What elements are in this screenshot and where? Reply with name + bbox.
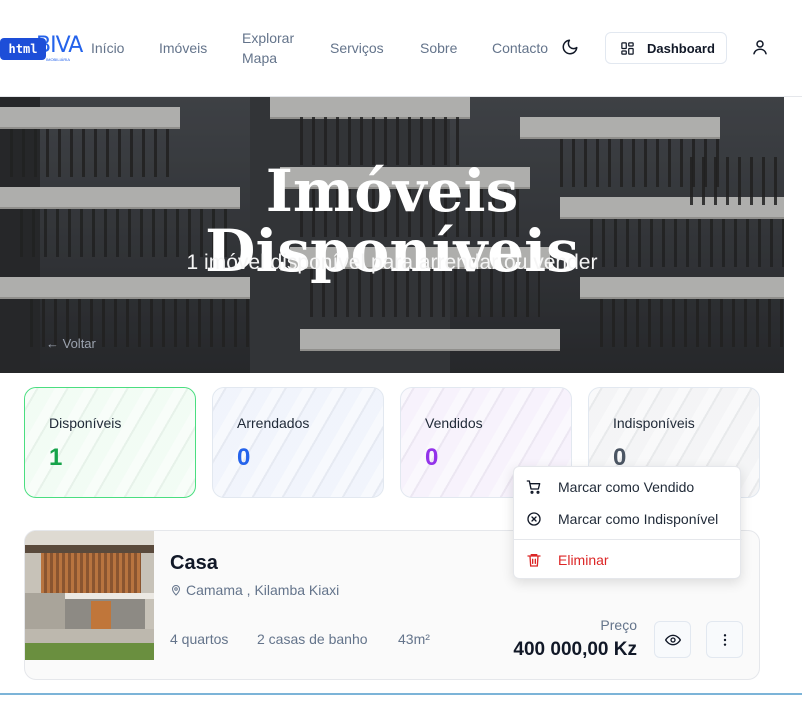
menu-item-label: Marcar como Indisponível bbox=[558, 511, 719, 527]
theme-toggle-button[interactable] bbox=[561, 38, 581, 58]
user-account-button[interactable] bbox=[751, 38, 771, 58]
nav-link-inicio[interactable]: Início bbox=[91, 38, 124, 58]
eye-icon bbox=[664, 634, 681, 645]
hero-title-line1: Imóveis bbox=[265, 157, 519, 225]
more-actions-button[interactable] bbox=[706, 621, 743, 658]
menu-divider bbox=[514, 539, 742, 540]
stat-label: Vendidos bbox=[425, 415, 483, 431]
price-label: Preço bbox=[600, 617, 637, 633]
menu-item-label: Marcar como Vendido bbox=[558, 479, 695, 495]
menu-item-delete[interactable]: Eliminar bbox=[514, 546, 742, 574]
moon-icon bbox=[562, 39, 578, 55]
stat-value: 1 bbox=[49, 444, 63, 471]
trash-icon bbox=[527, 554, 541, 567]
property-price: 400 000,00 Kz bbox=[513, 639, 637, 660]
nav-link-explorar-mapa[interactable]: Explorar Mapa bbox=[242, 28, 294, 68]
stat-label: Indisponíveis bbox=[613, 415, 695, 431]
card-pattern bbox=[213, 388, 383, 497]
hero-banner: Imóveis Disponíveis 1 imóvel disponível … bbox=[0, 97, 784, 373]
property-bedrooms: 4 quartos bbox=[170, 631, 229, 647]
property-location: Camama , Kilamba Kiaxi bbox=[170, 582, 339, 598]
menu-item-mark-unavailable[interactable]: Marcar como Indisponível bbox=[514, 505, 742, 533]
property-title: Casa bbox=[170, 552, 218, 574]
stat-card-disponiveis[interactable]: Disponíveis 1 bbox=[24, 387, 196, 498]
dashboard-label: Dashboard bbox=[647, 40, 715, 56]
view-property-button[interactable] bbox=[654, 621, 691, 658]
x-circle-icon bbox=[527, 512, 541, 526]
menu-item-mark-sold[interactable]: Marcar como Vendido bbox=[514, 473, 742, 501]
nav-link-explorar-line2: Mapa bbox=[242, 50, 278, 66]
nav-link-sobre[interactable]: Sobre bbox=[420, 38, 457, 58]
back-label: Voltar bbox=[62, 336, 96, 351]
page-edge bbox=[784, 97, 802, 373]
logo-subtitle: IMOBILIÁRIA bbox=[46, 57, 71, 62]
property-area: 43m² bbox=[398, 631, 430, 647]
nav-link-imoveis[interactable]: Imóveis bbox=[159, 38, 207, 58]
stat-card-arrendados[interactable]: Arrendados 0 bbox=[212, 387, 384, 498]
html-badge: html bbox=[0, 38, 46, 60]
cart-icon bbox=[526, 480, 541, 494]
footer-divider bbox=[0, 693, 802, 695]
stat-value: 0 bbox=[237, 444, 251, 471]
site-header: BIVA IMOBILIÁRIA html Início Imóveis Exp… bbox=[0, 0, 802, 97]
card-pattern bbox=[25, 388, 195, 497]
location-text: Camama , Kilamba Kiaxi bbox=[186, 582, 340, 598]
back-link[interactable]: ← Voltar bbox=[46, 336, 96, 351]
property-bathrooms: 2 casas de banho bbox=[257, 631, 368, 647]
nav-link-explorar-line1: Explorar bbox=[242, 30, 295, 46]
stat-label: Disponíveis bbox=[49, 415, 122, 431]
map-pin-icon bbox=[171, 585, 181, 596]
back-arrow-icon: ← bbox=[46, 336, 63, 351]
stat-value: 0 bbox=[425, 444, 439, 471]
nav-link-servicos[interactable]: Serviços bbox=[330, 38, 384, 58]
dashboard-grid-icon bbox=[621, 41, 634, 55]
menu-item-label: Eliminar bbox=[558, 552, 609, 568]
nav-link-contacto[interactable]: Contacto bbox=[492, 38, 548, 58]
property-actions-menu: Marcar como Vendido Marcar como Indispon… bbox=[513, 466, 742, 579]
more-vertical-icon bbox=[723, 633, 726, 646]
hero-subtitle: 1 imóvel disponível para arrendar ou ven… bbox=[186, 251, 598, 274]
dashboard-button[interactable]: Dashboard bbox=[605, 32, 727, 64]
property-photo[interactable] bbox=[25, 531, 154, 660]
stat-label: Arrendados bbox=[237, 415, 310, 431]
user-icon bbox=[753, 40, 767, 55]
